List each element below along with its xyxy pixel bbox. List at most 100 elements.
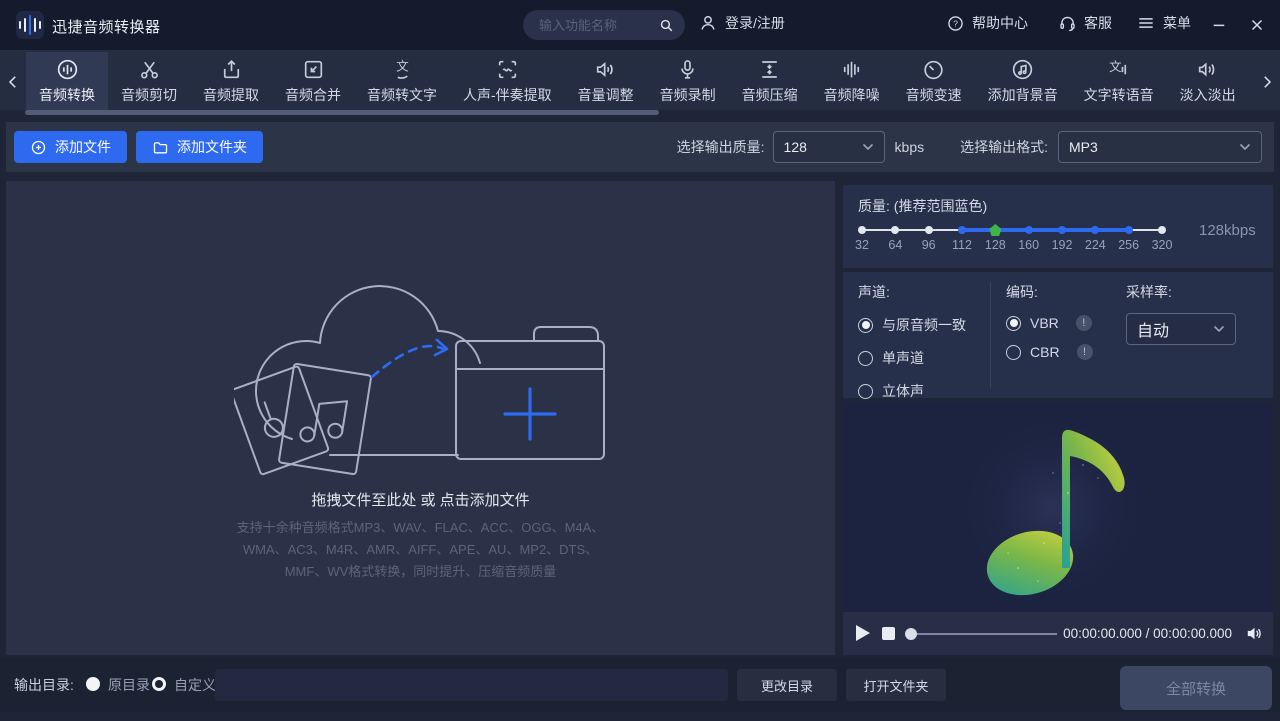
radio-icon[interactable] [1006, 316, 1021, 331]
tab-audio-merge[interactable]: 音频合并 [272, 52, 354, 110]
vbr-info-icon[interactable] [1076, 315, 1092, 331]
fade-icon [1195, 57, 1220, 82]
function-search-box[interactable] [523, 10, 685, 40]
customer-service-button[interactable]: 客服 [1058, 13, 1112, 33]
encode-option-vbr[interactable]: VBR [1006, 315, 1093, 331]
tab-label: 音频提取 [203, 85, 259, 105]
close-button[interactable] [1244, 12, 1270, 38]
tab-add-background-music[interactable]: 添加背景音 [975, 52, 1071, 110]
audio-to-text-icon: 文 [390, 57, 415, 82]
encode-option-label: VBR [1030, 315, 1059, 331]
custom-dir-option[interactable]: 自定义 [174, 675, 216, 695]
play-icon[interactable] [856, 625, 870, 641]
search-input[interactable] [537, 17, 658, 34]
login-register-button[interactable]: 登录/注册 [698, 13, 785, 33]
upload-illustration [234, 277, 614, 482]
toolbar-scrollbar-thumb[interactable] [25, 110, 659, 115]
change-dir-button[interactable]: 更改目录 [737, 669, 837, 701]
open-folder-button[interactable]: 打开文件夹 [846, 669, 946, 701]
channel-option-stereo[interactable]: 立体声 [858, 381, 966, 401]
output-quality-select[interactable]: 128 [773, 131, 885, 163]
current-bitrate-value: 128kbps [1199, 222, 1256, 239]
tab-audio-to-text[interactable]: 文 音频转文字 [354, 52, 450, 110]
tab-audio-denoise[interactable]: 音频降噪 [811, 52, 893, 110]
volume-icon[interactable] [1245, 624, 1264, 643]
seek-handle[interactable] [905, 628, 917, 640]
output-format-select[interactable]: MP3 [1058, 131, 1262, 163]
minimize-button[interactable] [1206, 12, 1232, 38]
audio-denoise-icon [839, 57, 864, 82]
radio-icon[interactable] [1006, 345, 1021, 360]
quality-tick-label: 192 [1052, 238, 1073, 252]
quality-stop[interactable] [958, 226, 966, 234]
custom-dir-radio[interactable] [152, 677, 166, 691]
quality-stop[interactable] [1158, 226, 1166, 234]
folder-icon [152, 139, 169, 156]
quality-stop[interactable] [1058, 226, 1066, 234]
origin-dir-radio[interactable] [86, 677, 100, 691]
custom-path-input[interactable] [215, 669, 728, 701]
output-format-value: MP3 [1069, 139, 1098, 155]
output-dir-label: 输出目录: [14, 675, 74, 695]
tab-text-to-speech[interactable]: 文 文字转语音 [1071, 52, 1167, 110]
tab-audio-record[interactable]: 音频录制 [647, 52, 729, 110]
encode-option-label: CBR [1030, 344, 1060, 360]
channel-option-label: 立体声 [882, 381, 924, 401]
add-file-label: 添加文件 [55, 137, 111, 157]
dropzone-main-text: 拖拽文件至此处 或 点击添加文件 [6, 489, 835, 510]
radio-icon[interactable] [858, 351, 873, 366]
tab-audio-extract[interactable]: 音频提取 [190, 52, 272, 110]
audio-convert-icon [55, 57, 80, 82]
function-toolbar: 音频转换 音频剪切 音频提取 音频合并 文 音频转文字 人声-伴奏提取 [0, 50, 1280, 115]
channel-label: 声道: [858, 282, 966, 302]
preview-panel: 00:00:00.000 / 00:00:00.000 [843, 403, 1273, 655]
app-logo-icon [16, 11, 44, 39]
quality-stop[interactable] [1025, 226, 1033, 234]
tab-audio-speed[interactable]: 音频变速 [893, 52, 975, 110]
plus-circle-icon [30, 139, 47, 156]
service-label: 客服 [1084, 13, 1112, 33]
cbr-info-icon[interactable] [1077, 344, 1093, 360]
tab-audio-cut[interactable]: 音频剪切 [108, 52, 190, 110]
add-file-button[interactable]: 添加文件 [14, 131, 127, 163]
convert-all-button[interactable]: 全部转换 [1120, 666, 1272, 710]
origin-dir-option[interactable]: 原目录 [108, 675, 150, 695]
stop-icon[interactable] [882, 627, 895, 640]
quality-tick-label: 256 [1118, 238, 1139, 252]
quality-stop[interactable] [925, 226, 933, 234]
radio-icon[interactable] [858, 384, 873, 399]
slider-recommended-range[interactable] [962, 228, 1129, 232]
help-center-button[interactable]: ? 帮助中心 [946, 13, 1028, 33]
hamburger-icon [1136, 13, 1156, 33]
tab-audio-compress[interactable]: 音频压缩 [729, 52, 811, 110]
volume-adjust-icon [593, 57, 618, 82]
bottom-bar: 输出目录: 原目录 自定义 更改目录 打开文件夹 全部转换 [0, 658, 1280, 712]
tab-label: 人声-伴奏提取 [463, 85, 552, 105]
tab-fade-in-out[interactable]: 淡入淡出 [1167, 52, 1249, 110]
add-folder-button[interactable]: 添加文件夹 [136, 131, 263, 163]
samplerate-select[interactable]: 自动 [1126, 313, 1236, 345]
login-label: 登录/注册 [725, 13, 785, 33]
output-format-label: 选择输出格式: [960, 137, 1048, 157]
search-icon[interactable] [658, 17, 675, 34]
channel-option-label: 与原音频一致 [882, 315, 966, 335]
tab-vocal-accompaniment-extract[interactable]: 人声-伴奏提取 [450, 52, 565, 110]
tab-volume-adjust[interactable]: 音量调整 [565, 52, 647, 110]
channel-option-mono[interactable]: 单声道 [858, 348, 966, 368]
tab-audio-convert[interactable]: 音频转换 [26, 52, 108, 110]
menu-button[interactable]: 菜单 [1136, 13, 1191, 33]
quality-stop[interactable] [1091, 226, 1099, 234]
quality-stop[interactable] [858, 226, 866, 234]
scroll-left-icon[interactable] [2, 64, 24, 100]
channel-option-original[interactable]: 与原音频一致 [858, 315, 966, 335]
encode-option-cbr[interactable]: CBR [1006, 344, 1093, 360]
audio-cut-icon [137, 57, 162, 82]
quality-slider[interactable] [862, 223, 1162, 237]
quality-stop[interactable] [1125, 226, 1133, 234]
scroll-right-icon[interactable] [1256, 64, 1278, 100]
quality-stop[interactable] [891, 226, 899, 234]
file-drop-zone[interactable]: 拖拽文件至此处 或 点击添加文件 支持十余种音频格式MP3、WAV、FLAC、A… [6, 181, 835, 655]
quality-slider-handle[interactable] [989, 224, 1001, 236]
seek-bar[interactable] [907, 633, 1057, 635]
radio-icon[interactable] [858, 318, 873, 333]
